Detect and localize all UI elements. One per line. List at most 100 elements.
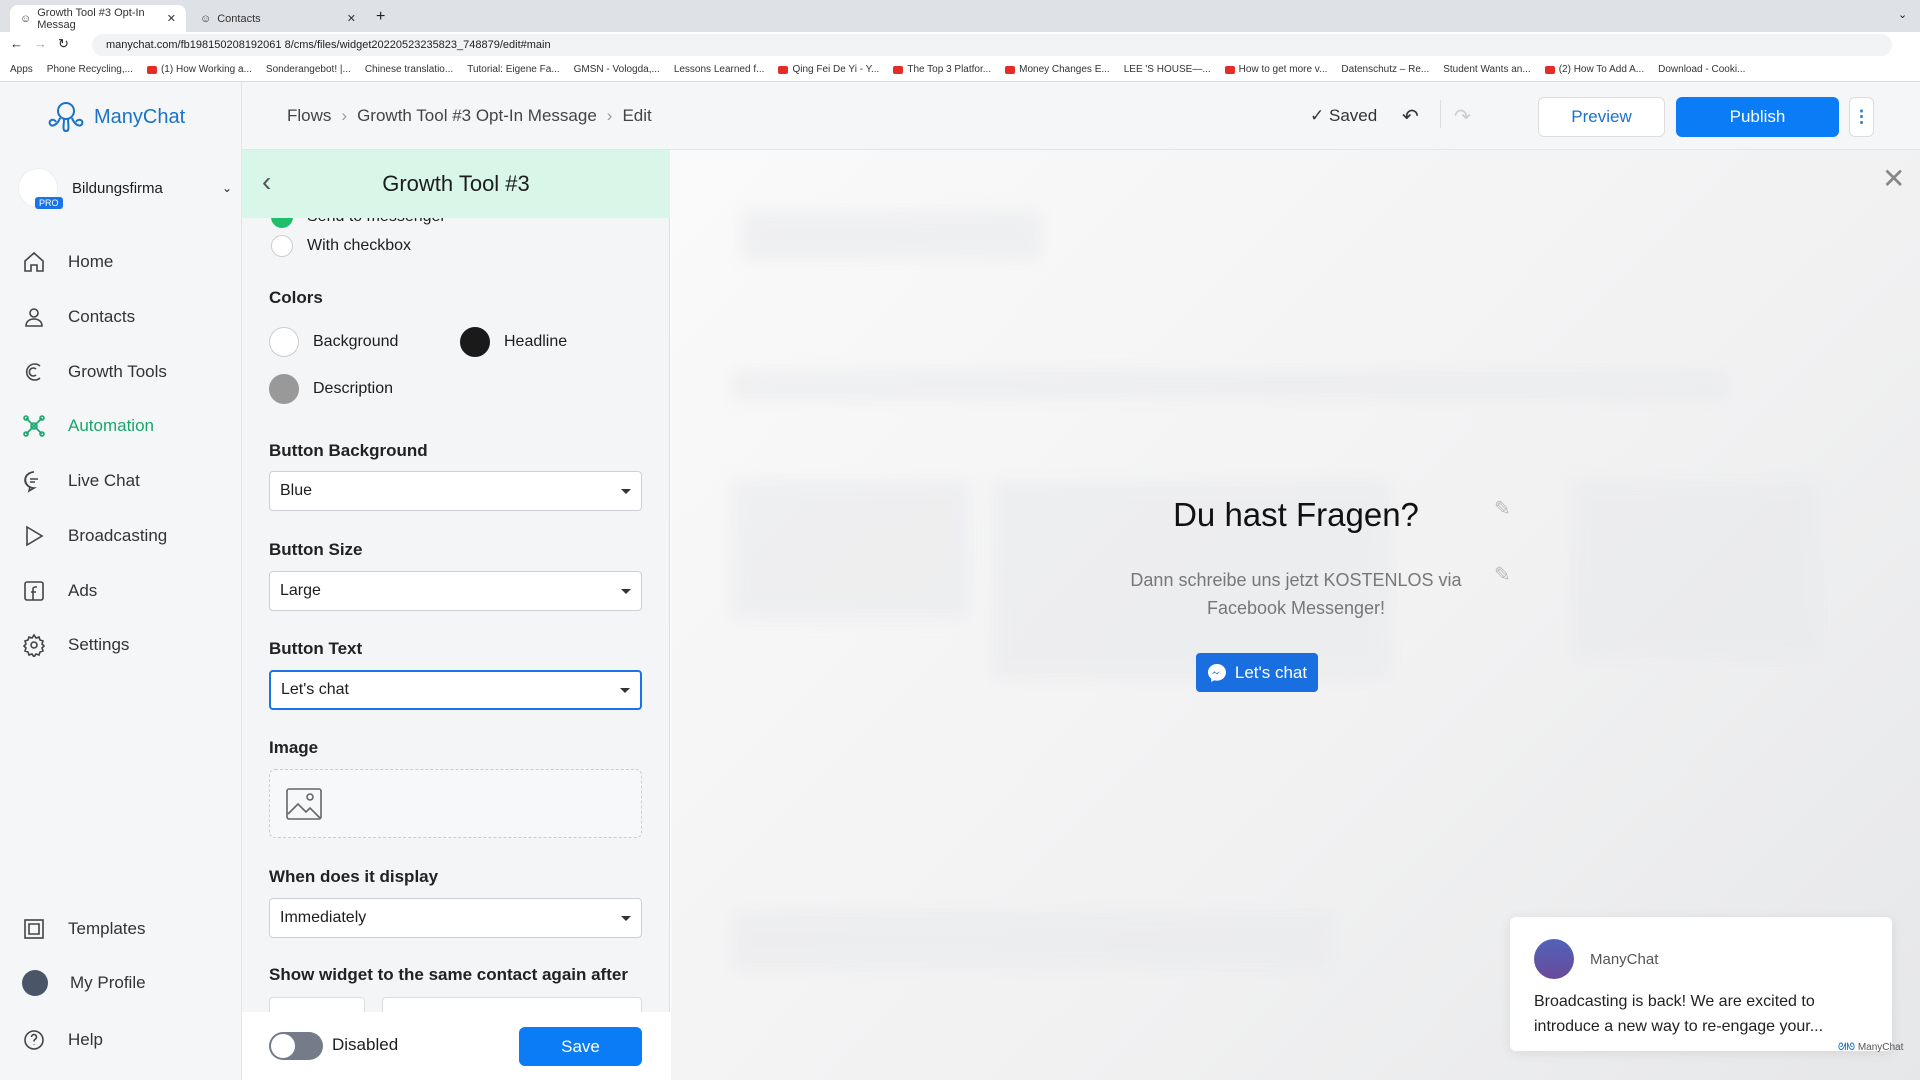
undo-icon[interactable]: ↶ (1402, 104, 1419, 129)
back-chevron-icon[interactable]: ‹ (262, 166, 271, 198)
bookmark[interactable]: GMSN - Vologda,... (574, 64, 660, 75)
save-button[interactable]: Save (519, 1027, 642, 1066)
browser-tab-active[interactable]: ☺ Growth Tool #3 Opt-In Messag ✕ (10, 5, 186, 32)
close-tab-icon[interactable]: ✕ (347, 12, 356, 25)
powered-by-manychat: ᘛᘚ ManyChat (1838, 1042, 1904, 1053)
url-bar[interactable]: manychat.com/fb198150208192061 8/cms/fil… (92, 34, 1892, 56)
bookmark[interactable]: The Top 3 Platfor... (893, 64, 991, 75)
button-size-select[interactable]: Large (269, 571, 642, 611)
display-timing-label: When does it display (269, 867, 439, 886)
pro-badge: PRO (35, 197, 63, 209)
bookmark[interactable]: Tutorial: Eigene Fa... (467, 64, 559, 75)
bookmark[interactable]: How to get more v... (1224, 64, 1327, 75)
chevron-down-icon: ⌄ (221, 181, 232, 195)
manychat-favicon-icon: ☺ (200, 12, 212, 25)
sidebar-item-growth-tools[interactable]: Growth Tools (22, 357, 167, 387)
automation-icon (23, 415, 45, 437)
bookmark[interactable]: Apps (10, 64, 33, 75)
widget-description[interactable]: Dann schreibe uns jetzt KOSTENLOS via Fa… (1116, 566, 1476, 622)
close-tab-icon[interactable]: ✕ (167, 12, 176, 25)
bookmark[interactable]: (2) How To Add A... (1544, 64, 1644, 75)
bookmark[interactable]: (1) How Working a... (146, 64, 252, 75)
notification-message: Broadcasting is back! We are excited to … (1534, 993, 1824, 1035)
bookmark[interactable]: Qing Fei De Yi - Y... (778, 64, 879, 75)
more-options-icon[interactable]: ⋮ (1849, 97, 1874, 137)
preview-button[interactable]: Preview (1538, 97, 1665, 137)
edit-pencil-icon[interactable]: ✎ (1494, 496, 1511, 521)
bookmark[interactable]: Student Wants an... (1443, 64, 1530, 75)
breadcrumb-flows[interactable]: Flows (287, 106, 331, 126)
saved-status: ✓ Saved (1310, 106, 1378, 125)
new-tab-button[interactable]: + (376, 8, 385, 26)
caret-down-icon (620, 687, 630, 693)
sidebar-item-my-profile[interactable]: My Profile (22, 968, 146, 998)
browser-tab-contacts[interactable]: ☺ Contacts ✕ (190, 5, 366, 32)
image-upload-area[interactable] (269, 769, 642, 838)
gear-icon (22, 633, 46, 657)
facebook-icon (24, 581, 44, 601)
forward-nav-icon[interactable]: → (34, 36, 47, 51)
breadcrumb-flow[interactable]: Growth Tool #3 Opt-In Message (357, 106, 597, 126)
bookmark[interactable]: Download - Cooki... (1658, 64, 1745, 75)
sidebar-item-templates[interactable]: Templates (22, 914, 145, 944)
redo-icon[interactable]: ↷ (1454, 104, 1471, 129)
panel-header: Growth Tool #3 (242, 150, 670, 218)
edit-pencil-icon[interactable]: ✎ (1494, 562, 1511, 587)
image-placeholder-icon (286, 788, 322, 820)
bookmark[interactable]: Lessons Learned f... (674, 64, 765, 75)
button-background-select[interactable]: Blue (269, 471, 642, 511)
templates-icon (24, 919, 44, 939)
sidebar-item-automation[interactable]: Automation (22, 411, 154, 441)
bookmark[interactable]: Datenschutz – Re... (1341, 64, 1429, 75)
account-avatar: PRO (18, 168, 63, 209)
person-icon (25, 308, 43, 327)
radio-with-checkbox[interactable]: With checkbox (271, 235, 411, 257)
chevron-right-icon: › (341, 106, 348, 125)
sidebar-item-home[interactable]: Home (22, 247, 113, 277)
sender-name: ManyChat (1590, 950, 1659, 968)
sidebar-item-live-chat[interactable]: Live Chat (22, 466, 140, 496)
checkmark-icon: ✓ (1310, 106, 1325, 125)
caret-down-icon (621, 915, 631, 921)
bookmark[interactable]: Phone Recycling,... (47, 64, 133, 75)
widget-headline[interactable]: Du hast Fragen? (1096, 496, 1496, 534)
color-description[interactable]: Description (269, 374, 393, 404)
close-icon[interactable]: ✕ (1882, 162, 1905, 195)
image-label: Image (269, 738, 319, 757)
account-switcher[interactable]: PRO Bildungsfirma ⌄ (18, 168, 232, 209)
enabled-toggle[interactable] (269, 1032, 323, 1060)
bookmarks-bar: Apps Phone Recycling,... (1) How Working… (0, 58, 1920, 82)
publish-button[interactable]: Publish (1676, 97, 1839, 137)
browser-tab-bar: ☺ Growth Tool #3 Opt-In Messag ✕ ☺ Contacts… (0, 0, 1920, 32)
widget-lets-chat-button[interactable]: Let's chat (1196, 653, 1318, 692)
color-background[interactable]: Background (269, 327, 398, 357)
manychat-logo[interactable]: ManyChat (48, 100, 185, 134)
sender-avatar (1534, 939, 1574, 979)
notification-popup[interactable]: ManyChat Broadcasting is back! We are ex… (1510, 917, 1892, 1051)
bookmark[interactable]: Money Changes E... (1005, 64, 1110, 75)
reload-icon[interactable]: ↻ (58, 36, 69, 52)
button-size-label: Button Size (269, 540, 363, 559)
bookmark[interactable]: LEE 'S HOUSE—... (1124, 64, 1211, 75)
back-nav-icon[interactable]: ← (10, 36, 23, 51)
display-timing-select[interactable]: Immediately (269, 898, 642, 938)
color-swatch (269, 327, 299, 357)
sidebar-item-broadcasting[interactable]: Broadcasting (22, 521, 167, 551)
manychat-favicon-icon: ☺ (20, 12, 32, 25)
tab-search-chevron-icon[interactable]: ⌄ (1898, 8, 1907, 21)
sidebar-item-ads[interactable]: Ads (22, 576, 97, 606)
show-again-label: Show widget to the same contact again af… (269, 965, 628, 984)
color-headline[interactable]: Headline (460, 327, 567, 357)
bookmark[interactable]: Sonderangebot! |... (266, 64, 351, 75)
sidebar-item-help[interactable]: Help (22, 1025, 103, 1055)
home-icon (24, 251, 44, 272)
chat-icon (24, 471, 38, 493)
sidebar-item-settings[interactable]: Settings (22, 630, 129, 660)
bookmark[interactable]: Chinese translatio... (365, 64, 453, 75)
divider (1440, 100, 1441, 128)
sidebar-item-contacts[interactable]: Contacts (22, 302, 135, 332)
messenger-icon (1207, 663, 1226, 682)
caret-down-icon (621, 588, 631, 594)
button-text-select[interactable]: Let's chat (269, 670, 642, 710)
breadcrumb-edit: Edit (622, 106, 652, 125)
